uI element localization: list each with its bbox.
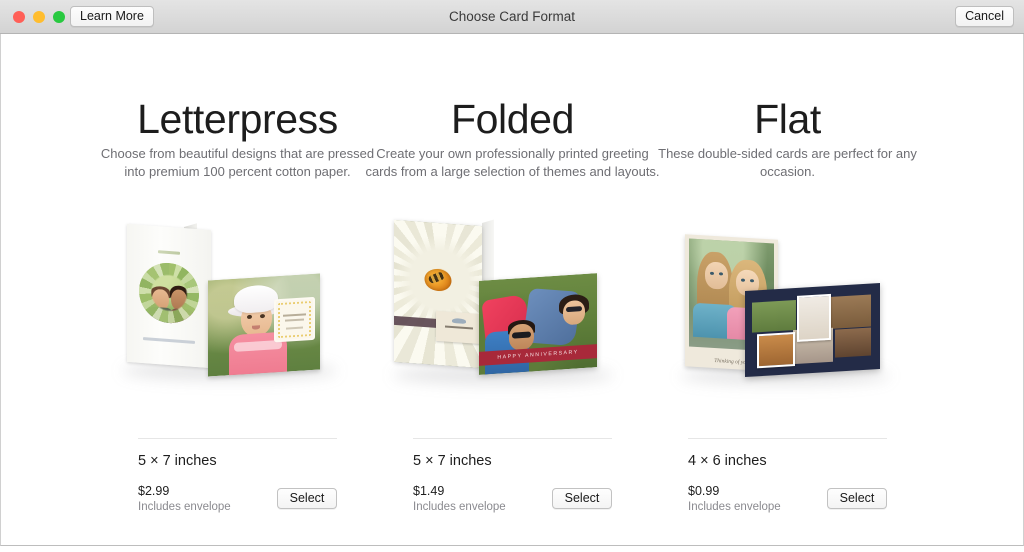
- select-letterpress-button[interactable]: Select: [277, 488, 337, 509]
- minimize-button[interactable]: [33, 11, 45, 23]
- person-eye: [741, 278, 745, 282]
- person-eye: [750, 279, 754, 283]
- flat-card-art: Thinking of you: [650, 219, 925, 434]
- choose-card-format-window: Learn More Choose Card Format Cancel Let…: [0, 0, 1024, 552]
- format-description: Choose from beautiful designs that are p…: [100, 146, 375, 179]
- select-flat-button[interactable]: Select: [827, 488, 887, 509]
- section-divider: [413, 438, 612, 439]
- envelope-note: Includes envelope: [688, 501, 781, 513]
- person-eye: [719, 272, 723, 276]
- letterpress-photo-card: [208, 273, 320, 377]
- person-eye: [710, 271, 714, 275]
- card-size-label: 5 × 7 inches: [413, 453, 492, 469]
- select-folded-button[interactable]: Select: [552, 488, 612, 509]
- daisy-photo: [394, 219, 482, 369]
- collage-photo: [829, 294, 871, 330]
- format-column-letterpress: Letterpress Choose from beautiful design…: [100, 34, 375, 546]
- learn-more-button[interactable]: Learn More: [70, 6, 154, 27]
- close-button[interactable]: [13, 11, 25, 23]
- format-title: Flat: [754, 96, 821, 142]
- cancel-button[interactable]: Cancel: [955, 6, 1014, 27]
- sunglasses: [512, 331, 531, 339]
- card-size-label: 4 × 6 inches: [688, 453, 767, 469]
- letterpress-folded-card: [127, 223, 211, 369]
- format-title: Letterpress: [137, 96, 338, 142]
- card-price: $1.49: [413, 484, 445, 498]
- letterpress-card-art: [100, 219, 375, 434]
- card-note-panel: [276, 298, 313, 341]
- collage-photo: [757, 332, 795, 369]
- zoom-button[interactable]: [53, 11, 65, 23]
- tag-ornament: [452, 317, 466, 324]
- collage-photo: [797, 293, 831, 342]
- section-divider: [138, 438, 337, 439]
- card-price: $2.99: [138, 484, 170, 498]
- card-size-label: 5 × 7 inches: [138, 453, 217, 469]
- tag-text-line: [445, 325, 473, 330]
- window-controls: [13, 11, 65, 23]
- anniversary-ribbon-text: HAPPY ANNIVERSARY: [497, 349, 579, 361]
- envelope-note: Includes envelope: [413, 501, 506, 513]
- collage-photo: [752, 299, 796, 333]
- thank-you-tag: [436, 310, 482, 345]
- folded-thankyou-card: [394, 219, 482, 369]
- format-columns: Letterpress Choose from beautiful design…: [1, 34, 1024, 546]
- envelope-note: Includes envelope: [138, 501, 231, 513]
- folded-card-art: HAPPY ANNIVERSARY: [375, 219, 650, 434]
- card-price: $0.99: [688, 484, 720, 498]
- format-chooser-content: Letterpress Choose from beautiful design…: [0, 34, 1024, 546]
- person-face: [705, 261, 728, 290]
- folded-anniversary-card: HAPPY ANNIVERSARY: [479, 273, 597, 375]
- format-title: Folded: [451, 96, 574, 142]
- flat-collage-card: [745, 282, 880, 378]
- format-description: These double-sided cards are perfect for…: [658, 146, 917, 179]
- format-description: Create your own professionally printed g…: [365, 146, 660, 179]
- collage-photo: [835, 327, 871, 358]
- format-column-folded: Folded Create your own professionally pr…: [365, 34, 659, 546]
- window-titlebar: Learn More Choose Card Format Cancel: [0, 0, 1024, 34]
- section-divider: [688, 438, 887, 439]
- format-column-flat: Flat These double-sided cards are perfec…: [650, 34, 925, 546]
- sunglasses: [566, 306, 582, 313]
